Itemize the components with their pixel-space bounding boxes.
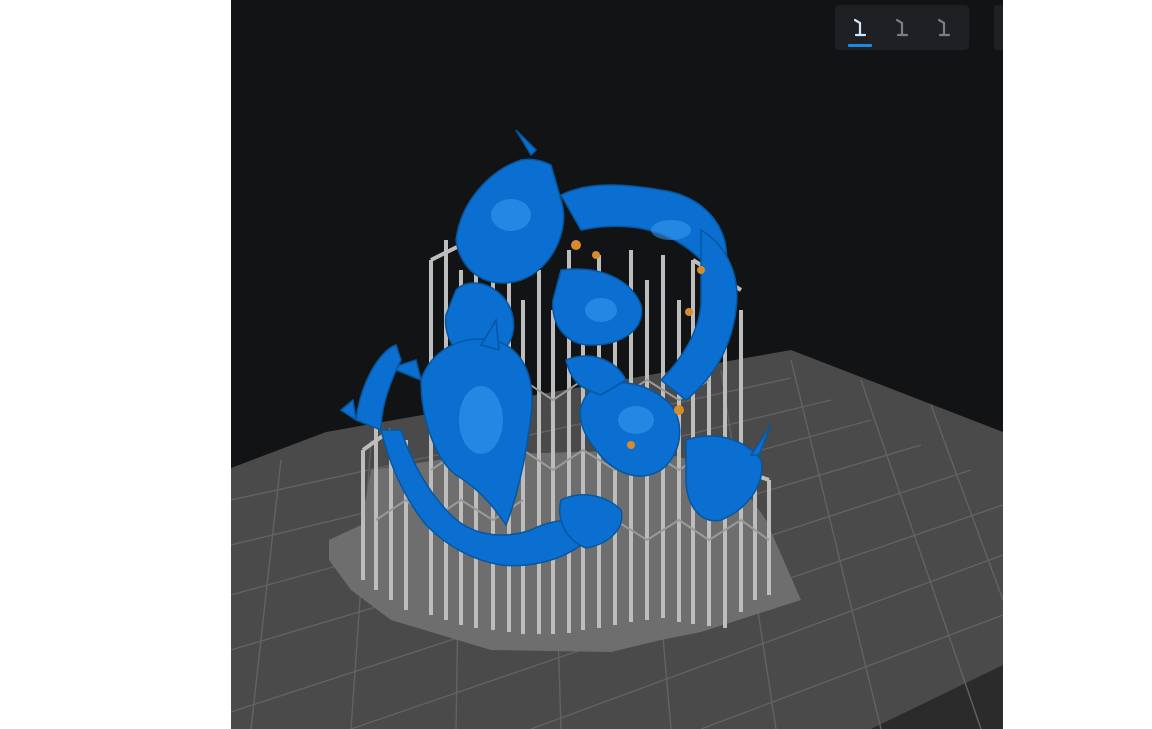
right-panel-edge: [994, 5, 1003, 50]
view-mode-1-button[interactable]: [843, 8, 877, 48]
support-view-icon: [937, 18, 951, 36]
view-mode-3-button[interactable]: [927, 8, 961, 48]
scene-canvas[interactable]: [231, 0, 1003, 729]
view-mode-toolbar: [835, 5, 969, 50]
3d-viewport[interactable]: [231, 0, 1003, 729]
app-window: [0, 0, 1152, 729]
active-indicator: [848, 43, 872, 47]
support-view-icon: [853, 18, 867, 36]
support-view-icon: [895, 18, 909, 36]
view-mode-2-button[interactable]: [885, 8, 919, 48]
